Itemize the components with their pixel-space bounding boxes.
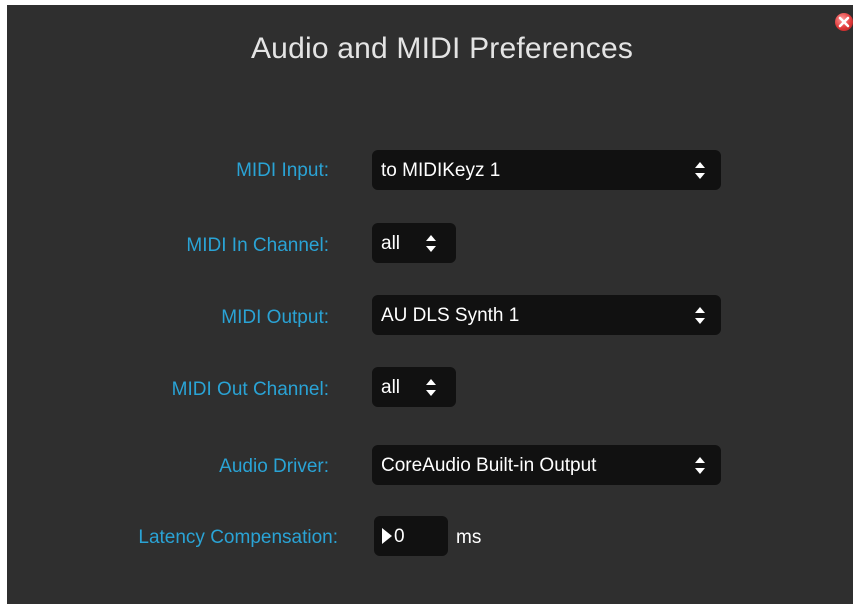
audio-driver-value: CoreAudio Built-in Output [381, 455, 597, 476]
midi-output-select[interactable]: AU DLS Synth 1 [372, 295, 721, 335]
latency-unit-label: ms [456, 527, 482, 548]
updown-arrows-icon [695, 162, 705, 179]
play-icon [382, 528, 392, 544]
midi-input-select[interactable]: to MIDIKeyz 1 [372, 150, 721, 190]
close-button[interactable] [835, 13, 853, 31]
midi-out-channel-value: all [381, 377, 401, 398]
latency-number-field[interactable]: 0 [374, 516, 448, 556]
dialog-title: Audio and MIDI Preferences [250, 32, 634, 65]
preferences-dialog: Audio and MIDI Preferences MIDI Input: t… [7, 5, 853, 604]
latency-compensation-label: Latency Compensation: [138, 527, 338, 548]
latency-value: 0 [394, 526, 405, 547]
updown-arrows-icon [426, 379, 436, 396]
midi-in-channel-select[interactable]: all [372, 223, 456, 263]
midi-output-label: MIDI Output: [221, 307, 329, 328]
audio-driver-select[interactable]: CoreAudio Built-in Output [372, 445, 721, 485]
updown-arrows-icon [426, 235, 436, 252]
updown-arrows-icon [695, 457, 705, 474]
midi-output-value: AU DLS Synth 1 [381, 305, 520, 326]
midi-in-channel-value: all [381, 233, 401, 254]
midi-out-channel-select[interactable]: all [372, 367, 456, 407]
updown-arrows-icon [695, 307, 705, 324]
midi-input-value: to MIDIKeyz 1 [381, 160, 501, 181]
midi-input-label: MIDI Input: [236, 160, 329, 181]
close-icon [838, 16, 850, 28]
audio-driver-label: Audio Driver: [219, 456, 329, 477]
midi-out-channel-label: MIDI Out Channel: [171, 379, 329, 400]
midi-in-channel-label: MIDI In Channel: [186, 235, 329, 256]
